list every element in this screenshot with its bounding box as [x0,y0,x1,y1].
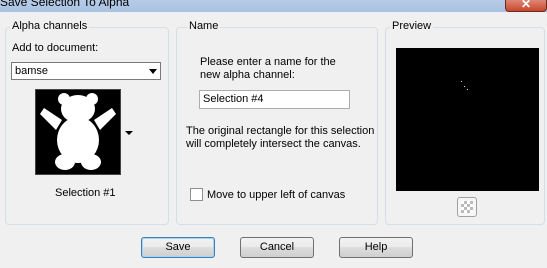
alpha-name-value: Selection #4 [203,93,264,105]
checkerboard-icon [461,201,473,213]
close-button[interactable]: ✕ [505,0,547,12]
preview-marker [467,89,468,90]
name-legend: Name [187,20,221,32]
preview-marker [461,81,462,82]
alpha-name-input[interactable]: Selection #4 [199,90,350,109]
intersect-info-line2: will completely intersect the canvas. [186,138,361,150]
preview-legend: Preview [390,20,434,32]
name-prompt-line1: Please enter a name for the [200,56,336,68]
preview-marker [464,86,465,87]
cancel-button[interactable]: Cancel [240,237,314,258]
move-to-upper-left-label[interactable]: Move to upper left of canvas [207,189,345,201]
title-bar[interactable]: Save Selection To Alpha ✕ [0,0,547,12]
help-button[interactable]: Help [339,237,413,258]
close-icon: ✕ [520,0,532,11]
chevron-down-icon [149,69,157,74]
add-to-document-label: Add to document: [12,42,99,54]
thumbnail-dropdown-button[interactable] [121,89,137,175]
save-button[interactable]: Save [141,237,215,258]
window-title: Save Selection To Alpha [0,0,130,9]
move-to-upper-left-checkbox[interactable] [190,188,203,201]
name-prompt-line2: new alpha channel: [200,69,295,81]
triangle-down-icon [125,131,133,135]
transparency-toggle-button[interactable] [457,197,477,217]
preview-canvas [396,48,539,191]
document-select[interactable]: bamse [11,62,161,80]
intersect-info-line1: The original rectangle for this selectio… [186,125,375,137]
bear-silhouette-icon [40,93,116,170]
selection-thumbnail[interactable] [35,89,121,175]
document-select-value: bamse [15,65,49,77]
alpha-channels-legend: Alpha channels [10,20,90,32]
thumbnail-caption: Selection #1 [55,187,116,199]
